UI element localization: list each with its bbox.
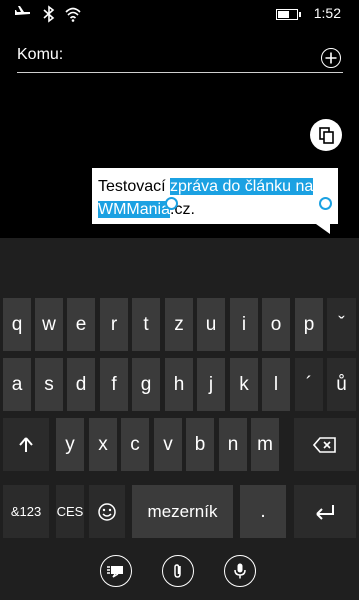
key-u[interactable]: u (197, 298, 225, 351)
key-t[interactable]: t (132, 298, 160, 351)
emoji-icon (98, 502, 116, 521)
bluetooth-icon (43, 5, 55, 23)
key-k[interactable]: k (230, 358, 258, 411)
key-w[interactable]: w (35, 298, 63, 351)
battery-icon (276, 9, 301, 20)
key-e[interactable]: e (67, 298, 95, 351)
space-key[interactable]: mezerník (132, 485, 233, 538)
key-caron[interactable]: ˇ (327, 298, 356, 351)
message-text[interactable]: Testovací zpráva do článku na WMMania.cz. (98, 175, 334, 221)
key-x[interactable]: x (89, 418, 117, 471)
message-bubble-tail (316, 224, 330, 234)
shift-arrow-icon (19, 436, 33, 452)
sms-toggle-icon (107, 566, 123, 578)
key-a[interactable]: a (3, 358, 31, 411)
key-s[interactable]: s (35, 358, 63, 411)
key-j[interactable]: j (197, 358, 225, 411)
message-text-selected-2: WMMania (98, 201, 171, 218)
key-u-ring[interactable]: ů (327, 358, 356, 411)
backspace-icon (313, 436, 336, 453)
key-y[interactable]: y (56, 418, 84, 471)
selection-start-handle[interactable] (165, 197, 178, 210)
message-text-unselected: Testovací (98, 178, 171, 195)
status-bar: 1:52 (0, 0, 359, 28)
attach-icon (174, 564, 181, 578)
key-acute[interactable]: ´ (295, 358, 323, 411)
enter-icon (316, 504, 334, 520)
sms-toggle-button[interactable] (100, 555, 132, 587)
key-b[interactable]: b (186, 418, 214, 471)
key-m[interactable]: m (251, 418, 279, 471)
key-d[interactable]: d (67, 358, 95, 411)
key-p[interactable]: p (295, 298, 323, 351)
enter-key[interactable] (294, 485, 356, 538)
to-label: Komu: (17, 46, 64, 63)
selection-end-handle[interactable] (319, 197, 332, 210)
language-key[interactable]: CES (56, 485, 84, 538)
key-z[interactable]: z (165, 298, 193, 351)
key-v[interactable]: v (154, 418, 182, 471)
key-c[interactable]: c (121, 418, 149, 471)
clock: 1:52 (313, 5, 341, 21)
period-key[interactable]: . (240, 485, 286, 538)
airplane-mode-icon (15, 6, 30, 15)
paste-icon (319, 127, 334, 144)
key-f[interactable]: f (100, 358, 128, 411)
key-l[interactable]: l (262, 358, 290, 411)
key-i[interactable]: i (230, 298, 258, 351)
numbers-key[interactable]: &123 (3, 485, 49, 538)
key-h[interactable]: h (165, 358, 193, 411)
recipient-underline (17, 72, 343, 73)
message-text-selected: zpráva do článku na (170, 178, 314, 195)
key-n[interactable]: n (219, 418, 247, 471)
attach-button[interactable] (162, 555, 194, 587)
paste-button[interactable] (310, 119, 342, 151)
recipient-row[interactable]: Komu: (17, 44, 343, 74)
backspace-key[interactable] (294, 418, 356, 471)
shift-key[interactable] (3, 418, 49, 471)
key-r[interactable]: r (100, 298, 128, 351)
key-g[interactable]: g (132, 358, 160, 411)
microphone-icon (234, 563, 246, 579)
voice-input-button[interactable] (224, 555, 256, 587)
wifi-icon (65, 7, 81, 22)
emoji-key[interactable] (89, 485, 125, 538)
key-q[interactable]: q (3, 298, 31, 351)
key-o[interactable]: o (262, 298, 290, 351)
battery-level (278, 11, 289, 18)
plus-icon (325, 52, 337, 64)
add-recipient-button[interactable] (321, 48, 341, 68)
